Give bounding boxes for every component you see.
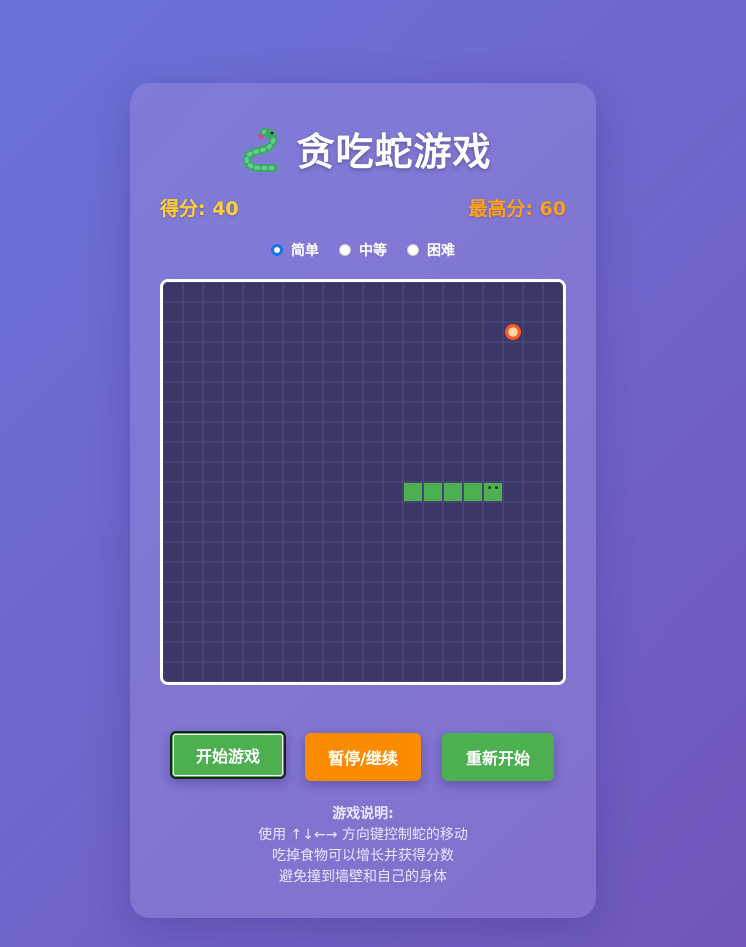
pause-button[interactable]: 暂停/继续 <box>305 733 421 781</box>
start-button[interactable]: 开始游戏 <box>170 731 286 779</box>
radio-medium[interactable] <box>339 244 351 256</box>
snake-segment <box>404 483 422 501</box>
snake-head <box>484 483 502 501</box>
snake-segment <box>464 483 482 501</box>
difficulty-selector: 简单 中等 困难 <box>130 240 596 260</box>
difficulty-hard[interactable]: 困难 <box>407 240 455 260</box>
difficulty-medium-label: 中等 <box>359 243 387 259</box>
restart-button[interactable]: 重新开始 <box>442 733 554 781</box>
instructions: 游戏说明: 使用 ↑↓←→ 方向键控制蛇的移动 吃掉食物可以增长并获得分数 避免… <box>130 804 596 888</box>
game-board[interactable] <box>160 279 566 685</box>
instruction-line: 吃掉食物可以增长并获得分数 <box>272 848 454 864</box>
page-title: 贪吃蛇游戏 <box>296 130 492 174</box>
snake-eye <box>495 486 498 489</box>
radio-easy[interactable] <box>271 244 283 256</box>
radio-hard[interactable] <box>407 244 419 256</box>
snake-eye <box>488 486 491 489</box>
board-grid <box>163 282 563 682</box>
snake-icon <box>243 127 279 172</box>
snake-segment <box>444 483 462 501</box>
food-highlight <box>508 327 518 337</box>
game-card: 贪吃蛇游戏 得分: 40 最高分: 60 简单 中等 困难 开始游戏 暂停/继续… <box>130 83 596 918</box>
game-canvas[interactable] <box>163 282 563 682</box>
snake-segment <box>424 483 442 501</box>
difficulty-easy[interactable]: 简单 <box>271 240 319 260</box>
instruction-line: 避免撞到墙壁和自己的身体 <box>279 869 447 885</box>
difficulty-easy-label: 简单 <box>291 243 319 259</box>
difficulty-medium[interactable]: 中等 <box>339 240 387 260</box>
difficulty-hard-label: 困难 <box>427 243 455 259</box>
instructions-heading: 游戏说明: <box>332 806 394 822</box>
high-score-display: 最高分: 60 <box>468 198 566 220</box>
title-row: 贪吃蛇游戏 <box>130 121 596 176</box>
score-display: 得分: 40 <box>160 198 239 220</box>
instruction-line: 使用 ↑↓←→ 方向键控制蛇的移动 <box>258 827 468 843</box>
